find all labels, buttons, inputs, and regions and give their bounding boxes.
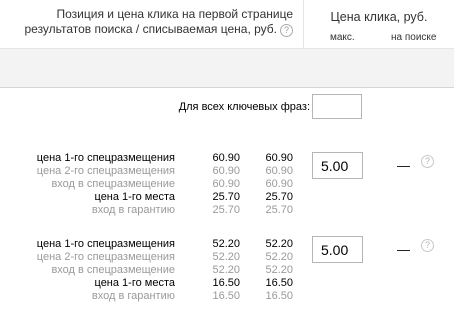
- charged-price: 52.20: [265, 251, 293, 263]
- max-column-header: макс.: [330, 32, 355, 43]
- charged-price: 60.90: [265, 165, 293, 177]
- price-row: цена 1-го спецразмещения 60.90 60.90: [0, 152, 300, 164]
- row-label: цена 1-го спецразмещения: [36, 238, 175, 250]
- charged-price: 16.50: [265, 290, 293, 302]
- max-price-input[interactable]: [312, 236, 363, 263]
- position-price: 25.70: [212, 191, 240, 203]
- row-label: вход в гарантию: [91, 290, 175, 302]
- position-price-header: Позиция и цена клика на первой странице …: [0, 7, 293, 37]
- click-price-header: Цена клика, руб.: [330, 10, 428, 24]
- all-phrases-label: Для всех ключевых фраз:: [178, 101, 310, 113]
- header-band: [0, 48, 454, 88]
- help-icon[interactable]: ?: [421, 155, 434, 168]
- charged-price: 60.90: [265, 178, 293, 190]
- charged-price: 16.50: [265, 277, 293, 289]
- price-row: цена 1-го места 16.50 16.50: [0, 277, 300, 289]
- position-price: 16.50: [212, 277, 240, 289]
- position-price: 52.20: [212, 238, 240, 250]
- charged-price: 25.70: [265, 191, 293, 203]
- position-price: 25.70: [212, 204, 240, 216]
- search-price-value: —: [397, 242, 410, 257]
- row-label: цена 2-го спецразмещения: [36, 251, 175, 263]
- price-row: вход в спецразмещение 52.20 52.20: [0, 264, 300, 276]
- row-label: вход в спецразмещение: [51, 264, 175, 276]
- position-price: 60.90: [212, 165, 240, 177]
- row-label: цена 1-го места: [94, 191, 175, 203]
- row-label: вход в гарантию: [91, 204, 175, 216]
- all-phrases-input[interactable]: [312, 94, 362, 119]
- row-label: цена 2-го спецразмещения: [36, 165, 175, 177]
- row-label: цена 1-го спецразмещения: [36, 152, 175, 164]
- position-price: 52.20: [212, 251, 240, 263]
- max-price-input[interactable]: [312, 152, 363, 179]
- search-column-header: на поиске: [391, 32, 437, 43]
- price-row: цена 2-го спецразмещения 60.90 60.90: [0, 165, 300, 177]
- table-header: Позиция и цена клика на первой странице …: [0, 0, 454, 48]
- header-line-2-text: результатов поиска / списываемая цена, р…: [24, 22, 277, 36]
- phrase-block: цена 1-го спецразмещения 52.20 52.20 цен…: [0, 236, 454, 318]
- header-line-2: результатов поиска / списываемая цена, р…: [0, 22, 293, 37]
- header-line-1: Позиция и цена клика на первой странице: [56, 7, 294, 21]
- row-label: цена 1-го места: [94, 277, 175, 289]
- charged-price: 52.20: [265, 238, 293, 250]
- position-price: 52.20: [212, 264, 240, 276]
- help-icon[interactable]: ?: [421, 239, 434, 252]
- charged-price: 52.20: [265, 264, 293, 276]
- price-row: вход в гарантию 16.50 16.50: [0, 290, 300, 302]
- help-icon[interactable]: ?: [280, 24, 293, 37]
- row-label: вход в спецразмещение: [51, 178, 175, 190]
- price-row: вход в гарантию 25.70 25.70: [0, 204, 300, 216]
- search-price-value: —: [397, 158, 410, 173]
- position-price: 60.90: [212, 152, 240, 164]
- position-price: 16.50: [212, 290, 240, 302]
- phrase-block: цена 1-го спецразмещения 60.90 60.90 цен…: [0, 152, 454, 232]
- column-divider: [303, 0, 304, 48]
- charged-price: 60.90: [265, 152, 293, 164]
- price-row: цена 1-го спецразмещения 52.20 52.20: [0, 238, 300, 250]
- position-price: 60.90: [212, 178, 240, 190]
- price-row: вход в спецразмещение 60.90 60.90: [0, 178, 300, 190]
- charged-price: 25.70: [265, 204, 293, 216]
- price-row: цена 2-го спецразмещения 52.20 52.20: [0, 251, 300, 263]
- price-row: цена 1-го места 25.70 25.70: [0, 191, 300, 203]
